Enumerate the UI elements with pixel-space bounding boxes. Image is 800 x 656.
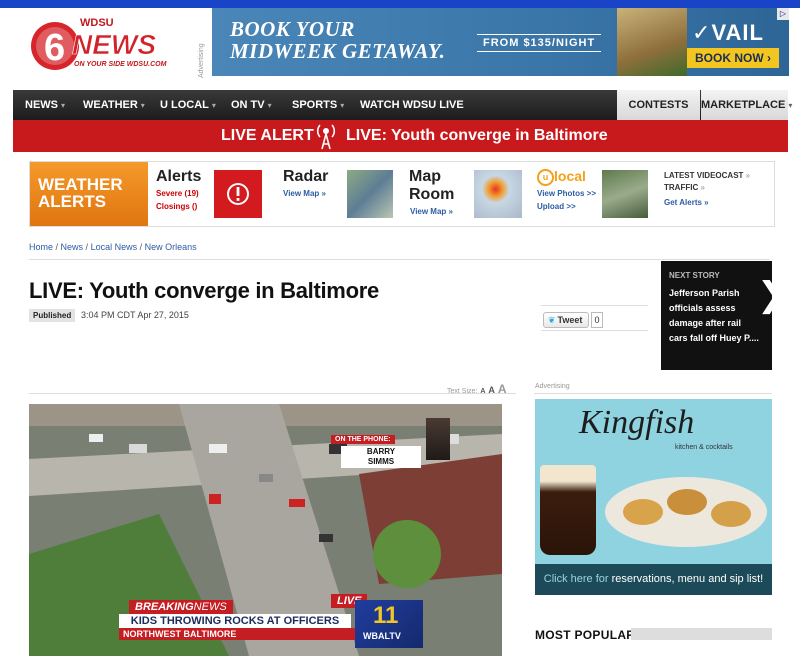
chevron-down-icon: ▾ xyxy=(61,101,66,110)
kingfish-subtitle: kitchen & cocktails xyxy=(675,444,733,451)
on-the-phone-lowerthird: ON THE PHONE: BARRY SIMMS xyxy=(331,428,426,468)
breadcrumb-new-orleans[interactable]: New Orleans xyxy=(145,242,197,252)
double-chevron-icon: » xyxy=(700,183,705,192)
nav-item-news[interactable]: NEWS ▾ xyxy=(25,90,65,120)
book-now-button[interactable]: BOOK NOW › xyxy=(687,48,779,68)
tweet-count: 0 xyxy=(591,312,603,328)
maproom-thumbnail[interactable] xyxy=(474,170,522,218)
next-story-panel[interactable]: NEXT STORY Jefferson Parish officials as… xyxy=(661,261,786,370)
nav-contests[interactable]: CONTESTS xyxy=(617,90,700,120)
top-color-bar xyxy=(0,0,800,8)
double-chevron-icon: » xyxy=(745,171,751,180)
nav-marketplace[interactable]: MARKETPLACE ▾ xyxy=(701,90,792,120)
article-headline: LIVE: Youth converge in Baltimore xyxy=(29,278,379,303)
divider xyxy=(29,259,770,260)
kingfish-ad[interactable]: Kingfish kitchen & cocktails Click here … xyxy=(535,399,772,595)
radar-title[interactable]: Radar xyxy=(283,168,328,186)
news-video-player[interactable]: ON THE PHONE: BARRY SIMMS BREAKINGNEWS LI… xyxy=(29,404,502,656)
reporter-photo xyxy=(426,418,450,460)
next-arrow-icon[interactable]: ❯ xyxy=(757,275,786,315)
nav-item-watch-live[interactable]: WATCH WDSU LIVE xyxy=(360,90,464,120)
banner-photo xyxy=(617,8,687,76)
most-popular-heading: MOST POPULAR xyxy=(535,628,636,642)
radar-view-map[interactable]: View Map » xyxy=(283,189,326,198)
breaking-news-tag: BREAKINGNEWS xyxy=(129,600,233,614)
svg-text:6: 6 xyxy=(44,27,65,69)
published-badge: Published xyxy=(29,309,76,322)
live-alert-link[interactable]: LIVE: Youth converge in Baltimore xyxy=(346,127,608,145)
traffic-link[interactable]: TRAFFIC » xyxy=(664,183,705,192)
video-headline: KIDS THROWING ROCKS AT OFFICERS xyxy=(119,614,351,628)
breadcrumb-local-news[interactable]: Local News xyxy=(91,242,138,252)
chevron-down-icon: ▾ xyxy=(267,101,272,110)
svg-text:WDSU: WDSU xyxy=(80,17,114,29)
vail-mark-icon: ✓ xyxy=(692,20,712,45)
ad-label: Advertising xyxy=(535,383,570,390)
nav-item-sports[interactable]: SPORTS ▾ xyxy=(292,90,344,120)
tweet-button[interactable]: ❦ Tweet xyxy=(543,312,589,328)
live-alert-label: LIVE ALERT xyxy=(221,127,314,144)
svg-text:ON YOUR SIDE WDSU.COM: ON YOUR SIDE WDSU.COM xyxy=(74,61,167,68)
next-story-title[interactable]: Jefferson Parish officials assess damage… xyxy=(669,286,759,346)
weather-widgets: WEATHER ALERTS Alerts Severe (19) Closing… xyxy=(29,161,775,227)
chevron-down-icon: ▾ xyxy=(788,101,793,110)
traffic-get-alerts[interactable]: Get Alerts » xyxy=(664,198,709,207)
ulocal-u-icon: u xyxy=(537,168,554,186)
maproom-title[interactable]: Map Room xyxy=(409,168,454,204)
most-popular-rule xyxy=(631,628,772,640)
vail-logo: ✓VAIL xyxy=(692,20,764,45)
banner-price: FROM $135/NIGHT xyxy=(477,34,602,52)
chevron-down-icon: ▾ xyxy=(140,101,145,110)
ulocal-view-photos[interactable]: View Photos >> xyxy=(537,189,596,198)
breadcrumb: Home / News / Local News / New Orleans xyxy=(29,242,197,252)
svg-text:NEWS: NEWS xyxy=(72,29,156,60)
ulocal-logo[interactable]: u local xyxy=(537,168,586,186)
divider xyxy=(541,330,648,331)
twitter-bird-icon: ❦ xyxy=(548,315,556,325)
breadcrumb-home[interactable]: Home xyxy=(29,242,53,252)
adchoices-icon[interactable]: ▷ xyxy=(777,8,789,20)
next-story-label: NEXT STORY xyxy=(669,271,720,280)
radar-thumbnail[interactable] xyxy=(347,170,393,218)
divider xyxy=(534,393,772,394)
video-location: NORTHWEST BALTIMORE xyxy=(119,628,355,640)
ulocal-thumbnail[interactable] xyxy=(602,170,648,218)
weather-alerts-tile[interactable]: WEATHER ALERTS xyxy=(30,162,148,226)
alerts-title[interactable]: Alerts xyxy=(156,168,201,186)
broadcast-tower-icon xyxy=(316,124,336,150)
chevron-down-icon: ▾ xyxy=(340,101,345,110)
oyster-plate-photo xyxy=(605,477,767,547)
closings-count[interactable]: Closings () xyxy=(156,202,197,211)
coffee-glass-photo xyxy=(540,465,596,555)
nav-item-ontv[interactable]: ON TV ▾ xyxy=(231,90,272,120)
live-alert-bar[interactable]: LIVE ALERT LIVE: Youth converge in Balti… xyxy=(13,120,788,152)
kingfish-cta[interactable]: Click here for reservations, menu and si… xyxy=(535,564,772,595)
main-nav: NEWS ▾ WEATHER ▾ U LOCAL ▾ ON TV ▾ SPORTS ▾ W… xyxy=(13,90,792,120)
nav-item-ulocal[interactable]: U LOCAL ▾ xyxy=(160,90,216,120)
breadcrumb-news[interactable]: News xyxy=(61,242,84,252)
latest-videocast-link[interactable]: LATEST VIDEOCAST » xyxy=(664,171,750,180)
ulocal-upload[interactable]: Upload >> xyxy=(537,202,576,211)
nav-item-weather[interactable]: WEATHER ▾ xyxy=(83,90,145,120)
severe-count[interactable]: Severe (19) xyxy=(156,189,199,198)
alert-icon[interactable] xyxy=(214,170,262,218)
wdsu-logo[interactable]: 6 WDSU NEWS ON YOUR SIDE WDSU.COM xyxy=(28,14,188,76)
divider xyxy=(541,305,648,306)
maproom-view-map[interactable]: View Map » xyxy=(410,207,453,216)
divider xyxy=(29,393,516,394)
vail-banner-ad[interactable]: BOOK YOUR MIDWEEK GETAWAY. FROM $135/NIG… xyxy=(212,8,789,76)
published-date: 3:04 PM CDT Apr 27, 2015 xyxy=(81,310,189,320)
banner-headline: BOOK YOUR MIDWEEK GETAWAY. xyxy=(230,17,446,63)
chevron-down-icon: ▾ xyxy=(211,101,216,110)
ad-label-vertical: Advertising xyxy=(198,43,205,78)
wbal-logo: 11 WBALTV xyxy=(355,600,423,648)
kingfish-logo: Kingfish xyxy=(579,404,695,441)
